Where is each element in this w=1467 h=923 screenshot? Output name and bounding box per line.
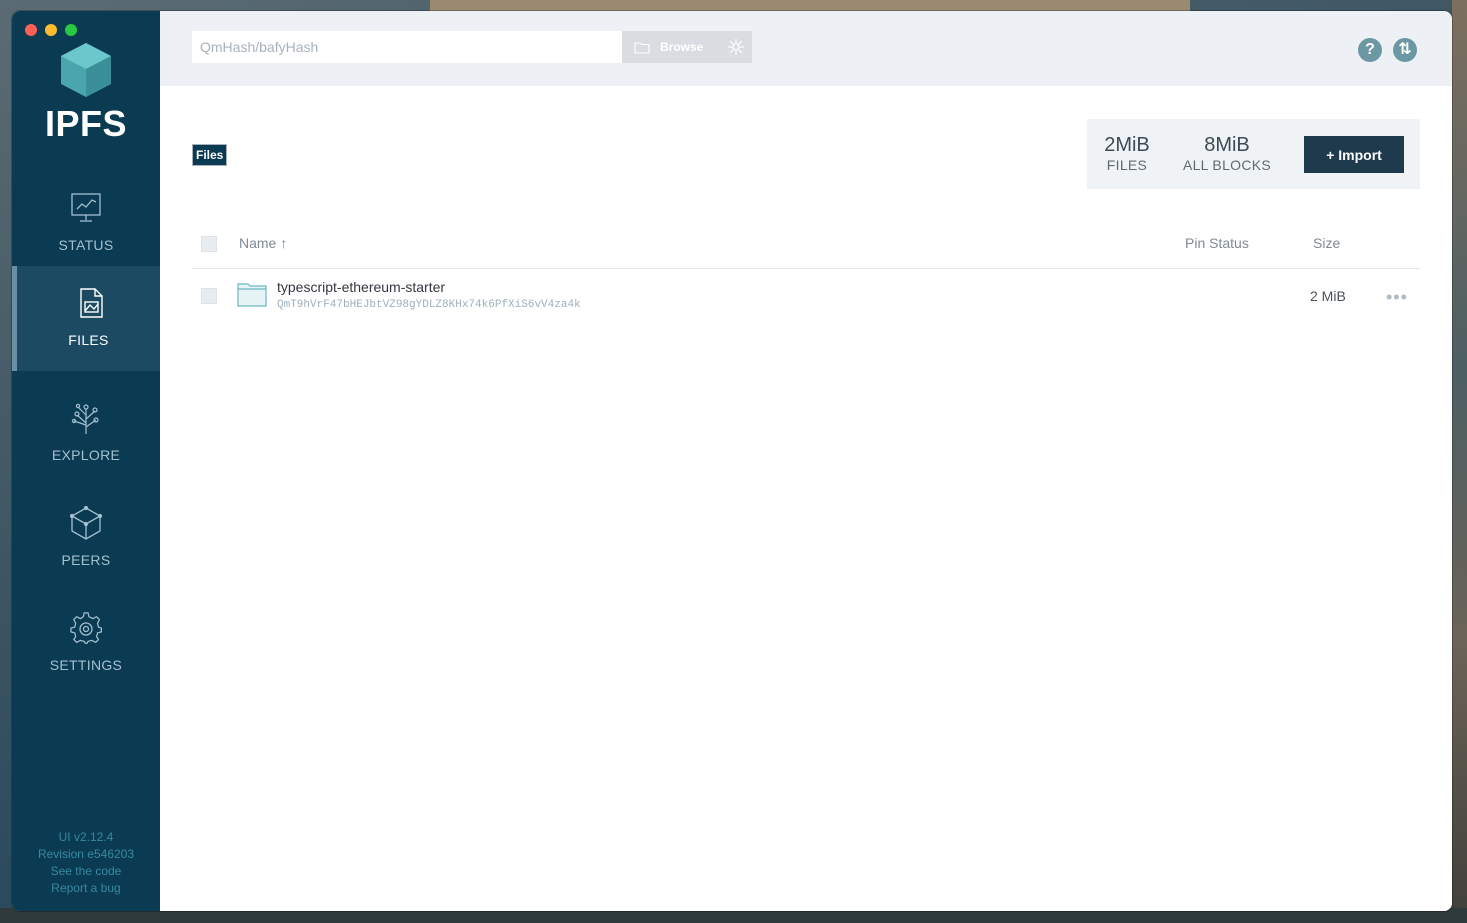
sidebar-item-label: FILES <box>68 332 109 348</box>
files-size-value: 2MiB <box>1104 134 1150 156</box>
revision-link[interactable]: Revision e546203 <box>12 846 160 863</box>
blocks-stat: 8MiB ALL BLOCKS <box>1179 133 1275 173</box>
window-controls <box>25 24 77 36</box>
files-icon <box>80 288 103 318</box>
see-code-link[interactable]: See the code <box>12 863 160 880</box>
explore-icon <box>71 403 99 434</box>
desktop-background-right <box>1452 0 1467 923</box>
ipld-icon <box>728 39 745 55</box>
sidebar-item-label: PEERS <box>61 552 111 568</box>
browse-label: Browse <box>660 40 704 54</box>
table-row[interactable]: typescript-ethereum-starter QmT9hVrF47bH… <box>192 269 1420 323</box>
files-page: Files 2MiB FILES 8MiB ALL BLOCKS + Impor… <box>160 86 1452 911</box>
files-table-header: Name ↑ Pin Status Size <box>192 223 1420 269</box>
ui-version-link[interactable]: UI v2.12.4 <box>12 829 160 846</box>
sidebar-item-label: SETTINGS <box>49 657 123 673</box>
sidebar: IPFS STATUS FILES EXPLORE PEERS SETTINGS… <box>12 11 160 911</box>
blocks-size-label: ALL BLOCKS <box>1182 157 1272 173</box>
sidebar-item-status[interactable]: STATUS <box>12 171 160 276</box>
sidebar-item-peers[interactable]: PEERS <box>12 486 160 591</box>
blocks-size-value: 8MiB <box>1204 134 1250 156</box>
breadcrumb[interactable]: Files <box>192 144 228 166</box>
logo-text: IPFS <box>44 103 127 144</box>
folder-icon <box>237 283 267 307</box>
help-icon[interactable]: ? <box>1358 38 1382 62</box>
peers-icon <box>70 506 102 540</box>
maximize-window-button[interactable] <box>65 24 77 36</box>
ipfs-logo[interactable]: IPFS <box>12 41 160 145</box>
sidebar-item-files[interactable]: FILES <box>12 266 160 371</box>
hash-search-input[interactable] <box>192 31 622 63</box>
report-bug-link[interactable]: Report a bug <box>12 880 160 897</box>
files-size-label: FILES <box>1106 157 1148 173</box>
folder-outline-icon <box>634 41 650 54</box>
settings-icon <box>70 612 102 644</box>
column-header-name[interactable]: Name ↑ <box>239 235 287 251</box>
sidebar-item-label: STATUS <box>58 237 114 253</box>
top-bar: Browse ? ⇅ <box>160 11 1452 86</box>
files-stat: 2MiB FILES <box>1101 133 1153 173</box>
import-button[interactable]: + Import <box>1304 136 1404 173</box>
status-icon <box>71 193 101 222</box>
repo-stats: 2MiB FILES 8MiB ALL BLOCKS + Import <box>1087 119 1420 189</box>
browse-button[interactable]: Browse <box>622 31 752 63</box>
more-options-icon[interactable]: ••• <box>1386 287 1408 308</box>
file-size: 2 MiB <box>1310 288 1346 304</box>
app-window: IPFS STATUS FILES EXPLORE PEERS SETTINGS… <box>12 11 1452 911</box>
sidebar-item-explore[interactable]: EXPLORE <box>12 381 160 486</box>
ipfs-cube-icon <box>61 43 111 97</box>
sidebar-item-settings[interactable]: SETTINGS <box>12 591 160 696</box>
sidebar-footer: UI v2.12.4 Revision e546203 See the code… <box>12 829 160 897</box>
file-cid: QmT9hVrF47bHEJbtVZ98gYDLZ8KHx74k6PfXiS6v… <box>277 299 581 311</box>
close-window-button[interactable] <box>25 24 37 36</box>
file-name[interactable]: typescript-ethereum-starter <box>277 279 445 295</box>
column-header-size[interactable]: Size <box>1313 235 1340 251</box>
row-checkbox[interactable] <box>201 288 217 304</box>
column-header-pin-status: Pin Status <box>1185 235 1249 251</box>
sidebar-item-label: EXPLORE <box>51 447 121 463</box>
update-icon[interactable]: ⇅ <box>1393 38 1417 62</box>
select-all-checkbox[interactable] <box>201 236 217 252</box>
minimize-window-button[interactable] <box>45 24 57 36</box>
